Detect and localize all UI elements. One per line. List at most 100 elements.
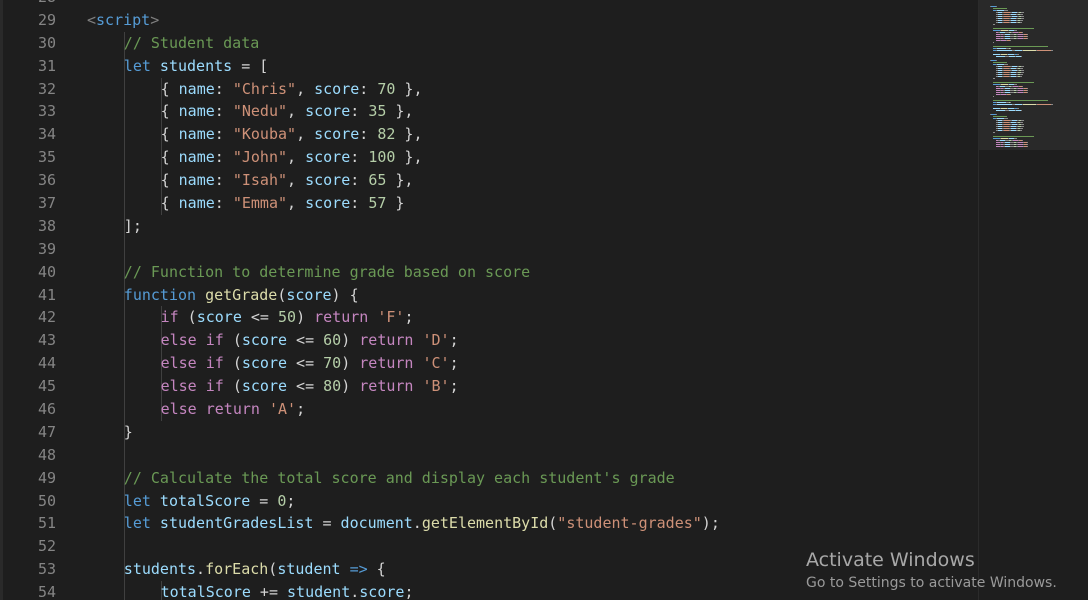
code-line[interactable]: 38]; — [0, 214, 978, 238]
minimap-stroke — [1010, 40, 1011, 41]
code-text: if (score <= 50) return 'F'; — [161, 306, 414, 329]
code-token: : — [214, 194, 233, 213]
minimap-stroke — [1001, 138, 1008, 139]
code-token: "Nedu" — [232, 102, 288, 121]
minimap-stroke — [997, 10, 1004, 11]
code-line[interactable]: 42 if (score <= 50) return 'F'; — [0, 306, 978, 330]
editor-lines[interactable]: 2829<script>30// Student data31 let stude… — [0, 0, 978, 600]
code-line[interactable]: 36 { name: "Isah", score: 65 }, — [0, 169, 978, 193]
code-line[interactable]: 39 — [0, 237, 978, 261]
code-token: 35 — [368, 102, 387, 121]
minimap-stroke — [1004, 118, 1008, 119]
indent-guide — [124, 398, 125, 421]
line-number: 43 — [37, 331, 56, 350]
minimap-stroke — [1027, 90, 1028, 91]
minimap-stroke — [997, 48, 1006, 49]
code-token: ( — [268, 560, 278, 579]
minimap-stroke — [1022, 140, 1023, 141]
code-text: let students = [ — [124, 55, 269, 78]
code-token: forEach — [205, 560, 269, 579]
minimap-stroke — [996, 114, 997, 115]
code-line[interactable]: 31 let students = [ — [0, 54, 978, 78]
code-text: { name: "Chris", score: 70 }, — [161, 78, 423, 101]
code-line[interactable]: 29 <script> — [0, 9, 978, 32]
code-editor[interactable]: 2829<script>30// Student data31 let stude… — [0, 0, 978, 600]
code-line[interactable]: 44 else if (score <= 70) return 'C'; — [0, 352, 978, 376]
code-token: if — [205, 354, 224, 373]
minimap-stroke — [993, 30, 1000, 31]
code-line[interactable]: 34 { name: "Kouba", score: 82 }, — [0, 123, 978, 147]
minimap-stroke — [1021, 110, 1022, 111]
indent-guide — [124, 123, 125, 147]
code-token: "student-grades" — [557, 514, 702, 533]
code-token: // Calculate the total score and display… — [123, 468, 675, 487]
code-text: // Student data — [124, 32, 259, 55]
minimap-stroke — [993, 42, 994, 43]
indent-guide — [124, 77, 125, 101]
line-number: 28 — [0, 0, 56, 9]
code-line[interactable]: 33 { name: "Nedu", score: 35 }, — [0, 100, 978, 124]
code-line[interactable]: 30 // Student data — [0, 31, 978, 55]
code-token: getGrade — [205, 285, 278, 304]
code-token: getElementById — [421, 514, 549, 533]
line-number: 40 — [37, 262, 56, 281]
code-token: : — [350, 148, 369, 167]
code-token: 100 — [368, 148, 396, 167]
code-line[interactable]: 49 // Calculate the total score and displ… — [0, 466, 978, 490]
code-line[interactable]: 45 else if (score <= 80) return 'B'; — [0, 375, 978, 399]
watermark-title: Activate Windows — [806, 549, 975, 571]
code-line[interactable]: 37 { name: "Emma", score: 57 } — [0, 192, 978, 215]
minimap-stroke — [997, 118, 1004, 119]
line-number: 37 — [37, 194, 56, 213]
code-token: = [ — [232, 56, 269, 75]
minimap-stroke — [993, 28, 1034, 29]
code-token: , — [296, 79, 315, 98]
code-token: let — [123, 514, 151, 533]
minimap-stroke — [1004, 64, 1008, 65]
line-number: 52 — [37, 537, 56, 556]
line-number: 35 — [37, 148, 56, 167]
code-token: totalScore — [159, 491, 251, 510]
code-token: score — [314, 79, 360, 98]
minimap-stroke — [1027, 36, 1028, 37]
code-token: : — [214, 171, 233, 190]
minimap-stroke — [996, 56, 1005, 57]
line-number: 38 — [37, 216, 56, 235]
line-number: 49 — [37, 468, 56, 487]
line-number: 31 — [37, 56, 56, 75]
code-line[interactable]: 48 — [0, 443, 978, 467]
code-token: . — [350, 583, 360, 600]
code-line[interactable]: 35 { name: "John", score: 100 }, — [0, 146, 978, 170]
code-line[interactable]: 50 let totalScore = 0; — [0, 489, 978, 513]
code-token: : — [359, 125, 378, 144]
code-line[interactable]: 47} — [0, 420, 978, 444]
code-token: // Student data — [123, 33, 260, 52]
indent-guide — [124, 169, 125, 193]
code-text: else return 'A'; — [161, 398, 306, 421]
code-token: : — [350, 194, 369, 213]
minimap-stroke — [1021, 70, 1024, 71]
minimap-stroke — [1027, 38, 1028, 39]
code-line[interactable]: 43 else if (score <= 60) return 'D'; — [0, 329, 978, 353]
code-token: ; — [449, 377, 459, 396]
minimap[interactable] — [978, 0, 1088, 600]
code-token: if — [205, 377, 224, 396]
code-token: 0 — [277, 491, 287, 510]
line-number: 34 — [37, 125, 56, 144]
code-token: <= — [287, 377, 324, 396]
minimap-stroke — [993, 138, 1000, 139]
code-token: return — [359, 331, 414, 350]
code-token: 57 — [368, 194, 387, 213]
code-line[interactable]: 28 — [0, 0, 978, 9]
code-text: } — [124, 421, 133, 444]
code-line[interactable]: 46 else return 'A'; — [0, 398, 978, 421]
code-token: else — [160, 331, 197, 350]
code-line[interactable]: 51 let studentGradesList = document.getEl… — [0, 512, 978, 536]
code-line[interactable]: 41 function getGrade(score) { — [0, 283, 978, 307]
minimap-stroke — [1021, 18, 1024, 19]
vertical-scrollbar[interactable] — [1074, 0, 1088, 600]
code-line[interactable]: 32 { name: "Chris", score: 70 }, — [0, 77, 978, 101]
code-line[interactable]: 40 // Function to determine grade based o… — [0, 260, 978, 284]
code-token: }, — [395, 148, 423, 167]
